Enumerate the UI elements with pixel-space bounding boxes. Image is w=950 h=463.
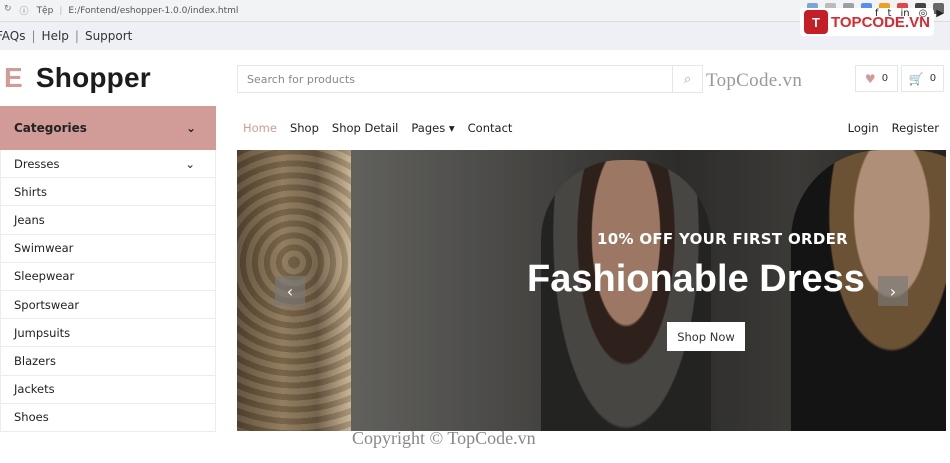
url-field[interactable]: Tệp | E:/Fontend/eshopper-1.0.0/index.ht… xyxy=(37,6,239,16)
nav-shop[interactable]: Shop xyxy=(290,121,319,135)
hero-title: Fashionable Dress xyxy=(527,258,865,300)
topcode-logo-icon: T xyxy=(804,10,828,34)
caret-down-icon: ▾ xyxy=(448,121,455,135)
chevron-right-icon: › xyxy=(889,281,897,301)
category-item-sleepwear[interactable]: Sleepwear xyxy=(1,263,215,291)
nav-contact[interactable]: Contact xyxy=(468,121,513,135)
category-item-blazers[interactable]: Blazers xyxy=(1,347,215,376)
chevron-down-icon: ⌄ xyxy=(185,156,195,171)
search-button[interactable]: ⌕ xyxy=(672,66,702,92)
heart-icon: ♥ xyxy=(864,71,876,86)
facebook-icon[interactable]: f xyxy=(875,8,879,19)
copyright-watermark: Copyright © TopCode.vn xyxy=(352,428,536,448)
category-item-dresses[interactable]: Dresses ⌄ xyxy=(1,150,215,179)
hero-carousel: 10% OFF YOUR FIRST ORDER Fashionable Dre… xyxy=(237,150,946,431)
category-item-jackets[interactable]: Jackets xyxy=(1,376,215,404)
search-input[interactable]: Search for products xyxy=(238,66,672,92)
reload-icon[interactable]: ↻ xyxy=(4,4,12,17)
youtube-icon[interactable]: ▶ xyxy=(936,8,944,19)
site-header: E Shopper Search for products ⌕ TopCode.v… xyxy=(0,50,950,106)
category-label: Jumpsuits xyxy=(14,325,71,340)
shop-now-button[interactable]: Shop Now xyxy=(667,322,745,351)
nav-login[interactable]: Login xyxy=(848,121,879,135)
categories-title: Categories xyxy=(14,121,87,135)
url-path: E:/Fontend/eshopper-1.0.0/index.html xyxy=(68,5,239,16)
nav-pages-label: Pages xyxy=(411,121,446,135)
main-navbar: Home Shop Shop Detail Pages ▾ Contact Lo… xyxy=(216,106,950,150)
category-label: Sportswear xyxy=(14,297,80,312)
category-item-jumpsuits[interactable]: Jumpsuits xyxy=(1,319,215,348)
site-logo[interactable]: E Shopper xyxy=(4,62,151,94)
cart-count: 0 xyxy=(929,73,937,84)
carousel-prev-button[interactable]: ‹ xyxy=(275,276,305,306)
faqs-link[interactable]: FAQs xyxy=(0,29,26,43)
category-item-sportswear[interactable]: Sportswear xyxy=(1,291,215,320)
nav-register[interactable]: Register xyxy=(892,121,939,135)
logo-name: Shopper xyxy=(35,62,151,93)
search-icon: ⌕ xyxy=(683,71,692,87)
wishlist-count: 0 xyxy=(881,73,889,84)
info-icon[interactable]: ⓘ xyxy=(20,4,29,17)
url-prefix: Tệp xyxy=(36,5,54,16)
support-link[interactable]: Support xyxy=(85,29,132,43)
help-link[interactable]: Help xyxy=(42,29,69,43)
category-label: Dresses xyxy=(14,156,60,171)
category-label: Jeans xyxy=(14,212,45,227)
cart-icon: 🛒 xyxy=(908,71,924,86)
twitter-icon[interactable]: t xyxy=(888,8,892,19)
category-label: Swimwear xyxy=(14,241,74,256)
url-separator-icon: | xyxy=(59,5,63,16)
categories-list: Dresses ⌄ Shirts Jeans Swimwear Sleepwea… xyxy=(0,150,216,432)
browser-nav: ↻ ⓘ xyxy=(0,4,29,17)
top-links: FAQs | Help | Support xyxy=(0,29,132,43)
nav-items: Home Shop Shop Detail Pages ▾ Contact xyxy=(243,121,512,135)
categories-toggle[interactable]: Categories ⌄ xyxy=(0,106,216,150)
nav-shop-detail[interactable]: Shop Detail xyxy=(332,121,398,135)
carousel-next-button[interactable]: › xyxy=(878,276,908,306)
category-label: Shoes xyxy=(14,410,49,425)
category-label: Blazers xyxy=(14,353,56,368)
divider: | xyxy=(31,29,36,43)
hero-subtitle: 10% OFF YOUR FIRST ORDER xyxy=(597,230,849,248)
chevron-down-icon: ⌄ xyxy=(185,121,196,135)
nav-home[interactable]: Home xyxy=(243,121,277,135)
category-item-shirts[interactable]: Shirts xyxy=(1,178,215,207)
category-label: Sleepwear xyxy=(14,269,75,284)
chevron-left-icon: ‹ xyxy=(286,281,294,301)
search-form: Search for products ⌕ xyxy=(237,65,703,93)
cart-button[interactable]: 🛒 0 xyxy=(901,65,944,92)
category-item-shoes[interactable]: Shoes xyxy=(1,404,215,432)
nav-account: Login Register xyxy=(848,121,939,135)
logo-letter: E xyxy=(4,62,23,93)
instagram-icon[interactable]: ◎ xyxy=(919,8,928,19)
nav-pages[interactable]: Pages ▾ xyxy=(411,121,454,135)
linkedin-icon[interactable]: in xyxy=(900,8,909,19)
category-item-jeans[interactable]: Jeans xyxy=(1,206,215,235)
category-label: Shirts xyxy=(14,184,48,199)
category-item-swimwear[interactable]: Swimwear xyxy=(1,235,215,263)
social-links: f t in ◎ ▶ xyxy=(875,8,944,19)
category-label: Jackets xyxy=(14,382,55,397)
topcode-watermark: TopCode.vn xyxy=(706,70,803,91)
wishlist-button[interactable]: ♥ 0 xyxy=(855,65,898,92)
divider: | xyxy=(74,29,79,43)
